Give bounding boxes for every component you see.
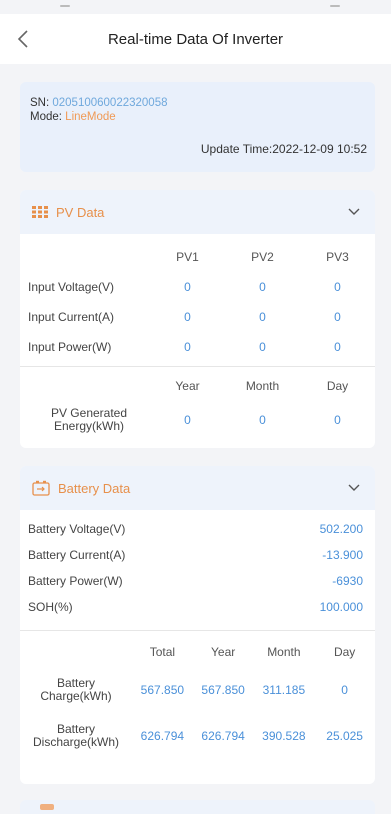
row-label: Input Voltage(V) xyxy=(28,280,115,294)
item-label: Battery Power(W) xyxy=(28,574,123,588)
item-value: 100.000 xyxy=(319,600,363,614)
row-label-line: Charge(kWh) xyxy=(40,689,112,703)
solar-panel-icon xyxy=(32,206,48,218)
column-header: Day xyxy=(326,379,349,393)
cell-value: 626.794 xyxy=(201,729,245,743)
item-value: 502.200 xyxy=(319,522,363,536)
column-header: Total xyxy=(149,645,176,659)
battery-icon xyxy=(32,480,50,496)
cell-value: 390.528 xyxy=(262,729,306,743)
cell-value: 0 xyxy=(184,310,191,324)
column-header: Month xyxy=(245,379,280,393)
list-item: Battery Power(W) -6930 xyxy=(20,568,375,594)
row-label-line: Energy(kWh) xyxy=(53,419,124,433)
cell-value: 25.025 xyxy=(326,729,363,743)
cell-value: 0 xyxy=(334,280,341,294)
status-bar xyxy=(0,0,391,14)
column-header: PV2 xyxy=(251,250,274,264)
cell-value: 0 xyxy=(184,340,191,354)
update-time-value: 2022-12-09 10:52 xyxy=(272,142,367,156)
cell-value: 0 xyxy=(259,310,266,324)
item-label: Battery Voltage(V) xyxy=(28,522,126,536)
item-value: -13.900 xyxy=(322,548,363,562)
cell-value: 0 xyxy=(334,413,341,427)
cell-value: 0 xyxy=(259,413,266,427)
row-label-line: PV Generated xyxy=(50,406,128,420)
status-indicator xyxy=(330,5,340,7)
list-item: Battery Voltage(V) 502.200 xyxy=(20,516,375,542)
row-label: Battery Discharge(kWh) xyxy=(20,723,132,749)
battery-data-header[interactable]: Battery Data xyxy=(20,466,375,510)
row-label: Input Current(A) xyxy=(28,310,115,324)
cell-value: 0 xyxy=(184,280,191,294)
cell-value: 0 xyxy=(259,280,266,294)
cell-value: 0 xyxy=(334,310,341,324)
item-label: SOH(%) xyxy=(28,600,73,614)
next-section-card xyxy=(20,800,375,814)
device-info-card: SN: 020510060022320058 Mode: LineMode Up… xyxy=(20,82,375,172)
row-label-line: Battery xyxy=(56,676,95,690)
battery-data-title: Battery Data xyxy=(58,480,131,496)
app-header: Real-time Data Of Inverter xyxy=(0,14,391,64)
page-title: Real-time Data Of Inverter xyxy=(107,30,284,48)
energy-column-header-row: Year Month Day xyxy=(20,371,375,401)
cell-value: 0 xyxy=(184,413,191,427)
table-row: Battery Charge(kWh) 567.850 567.850 311.1… xyxy=(20,667,375,713)
table-row: Input Voltage(V) 0 0 0 xyxy=(20,272,375,302)
chevron-down-icon[interactable] xyxy=(347,480,361,494)
back-chevron-left-icon[interactable] xyxy=(12,27,36,51)
mode-label: Mode: xyxy=(30,111,62,123)
cell-value: 567.850 xyxy=(140,683,185,697)
table-row: Input Current(A) 0 0 0 xyxy=(20,302,375,332)
table-row: Battery Discharge(kWh) 626.794 626.794 39… xyxy=(20,713,375,759)
item-label: Battery Current(A) xyxy=(28,548,126,562)
table-row: PV Generated Energy(kWh) 0 0 0 xyxy=(20,401,375,439)
row-label: Input Power(W) xyxy=(28,340,112,354)
column-header: Month xyxy=(267,645,301,659)
sn-label: SN: xyxy=(30,97,50,109)
row-label-line: Discharge(kWh) xyxy=(32,735,119,749)
sn-value: 020510060022320058 xyxy=(52,97,168,109)
status-indicator xyxy=(60,5,70,7)
table-row: Input Power(W) 0 0 0 xyxy=(20,332,375,362)
mode-row: Mode: LineMode xyxy=(30,110,365,124)
column-header: Year xyxy=(175,379,200,393)
row-label: PV Generated Energy(kWh) xyxy=(20,407,150,433)
update-time: Update Time:2022-12-09 10:52 xyxy=(201,142,367,156)
cell-value: 626.794 xyxy=(140,729,185,743)
mode-value: LineMode xyxy=(65,111,116,123)
update-time-label: Update Time: xyxy=(200,142,273,156)
cell-value: 567.850 xyxy=(201,683,245,697)
serial-number-row: SN: 020510060022320058 xyxy=(30,96,365,110)
cell-value: 311.185 xyxy=(262,683,306,697)
row-label: Battery Charge(kWh) xyxy=(20,677,132,703)
battery-column-header-row: Total Year Month Day xyxy=(20,637,375,667)
cell-value: 0 xyxy=(341,683,348,697)
cell-value: 0 xyxy=(334,340,341,354)
cell-value: 0 xyxy=(259,340,266,354)
column-header: Year xyxy=(211,645,236,659)
pv-data-header[interactable]: PV Data xyxy=(20,190,375,234)
pv-data-title: PV Data xyxy=(56,204,105,220)
chevron-down-icon[interactable] xyxy=(347,204,361,218)
list-item: SOH(%) 100.000 xyxy=(20,594,375,620)
list-item: Battery Current(A) -13.900 xyxy=(20,542,375,568)
pv-data-card: PV Data PV1 PV2 PV3 Input Voltage(V) 0 0… xyxy=(20,190,375,448)
column-header: PV1 xyxy=(176,250,199,264)
section-icon xyxy=(40,804,54,810)
column-header: Day xyxy=(333,645,356,659)
column-header: PV3 xyxy=(326,250,349,264)
row-label-line: Battery xyxy=(56,722,95,736)
battery-data-card: Battery Data Battery Voltage(V) 502.200 … xyxy=(20,466,375,784)
divider xyxy=(20,630,375,631)
divider xyxy=(20,366,375,367)
item-value: -6930 xyxy=(332,574,363,588)
pv-column-header-row: PV1 PV2 PV3 xyxy=(20,242,375,272)
